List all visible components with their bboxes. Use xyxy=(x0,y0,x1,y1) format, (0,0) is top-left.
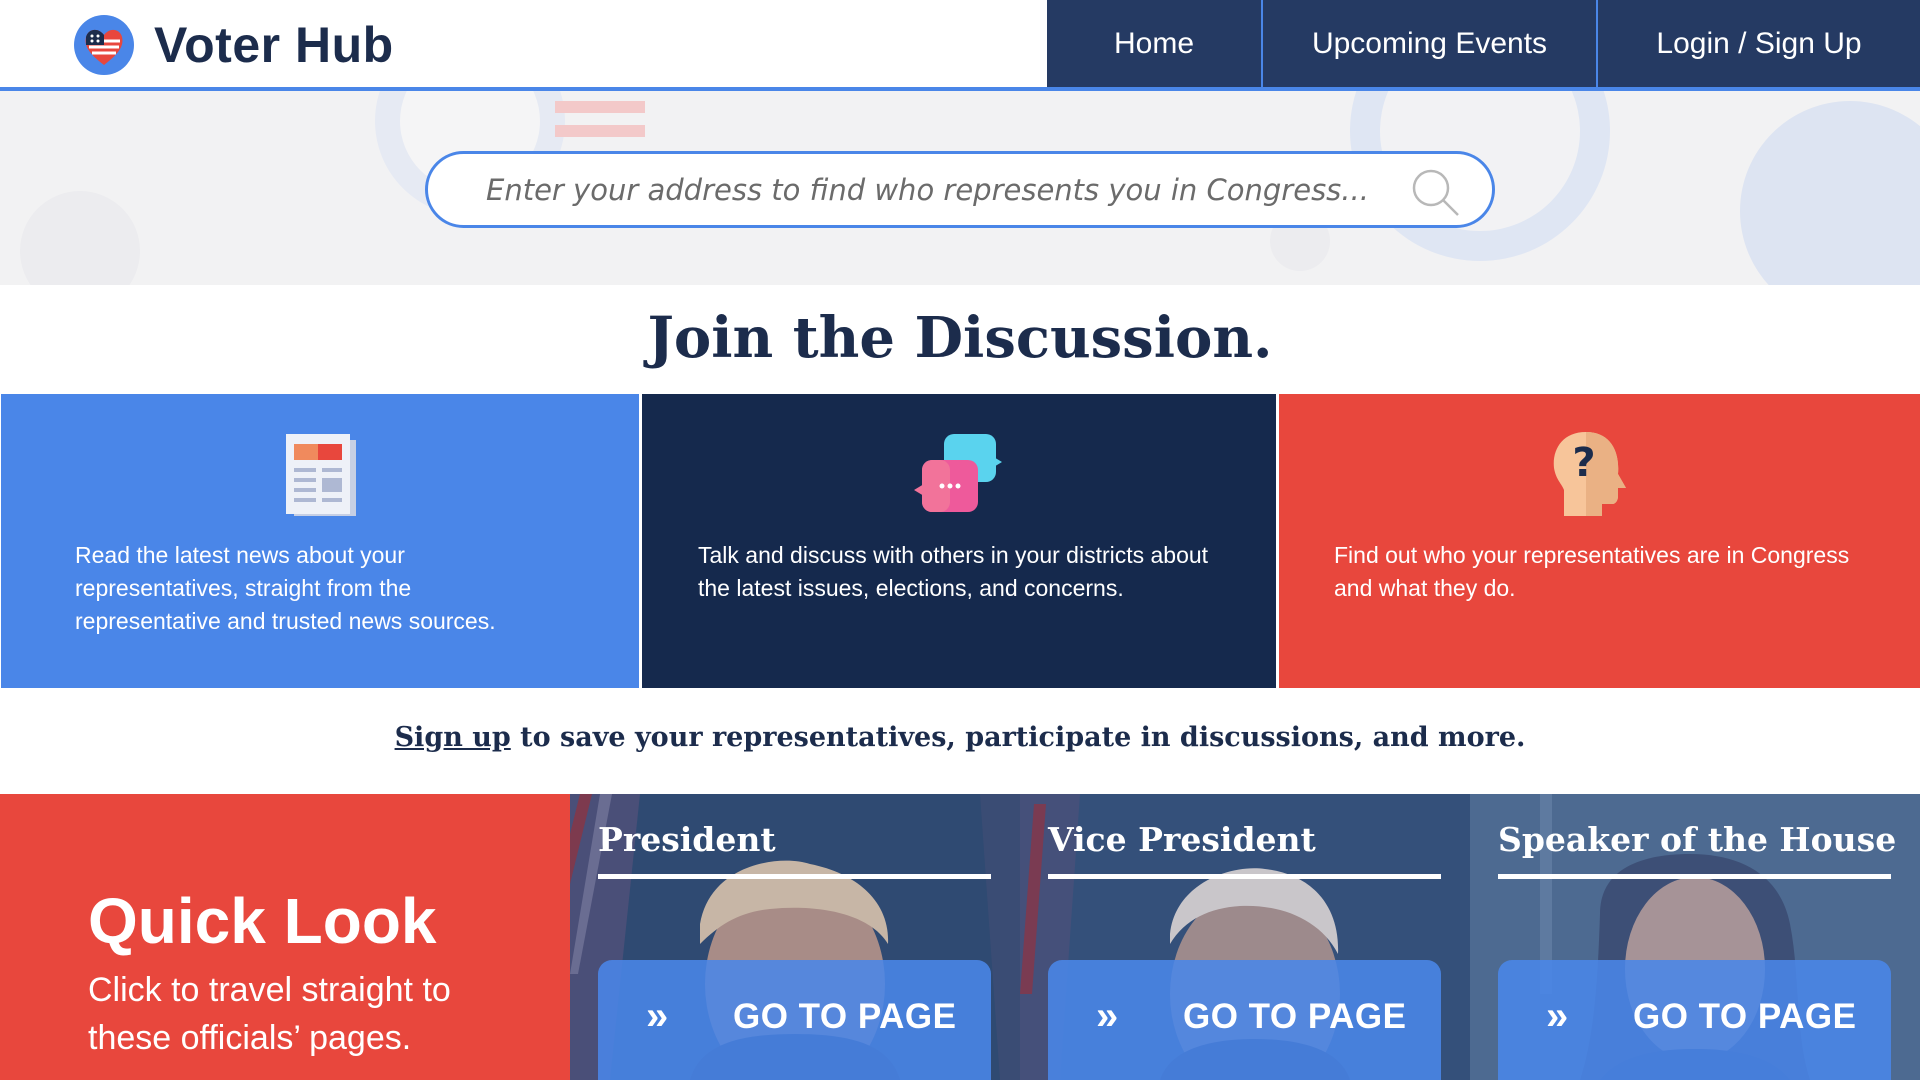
search-icon[interactable] xyxy=(1410,167,1462,219)
feature-cards: Read the latest news about your represen… xyxy=(0,394,1920,688)
news-card-text: Read the latest news about your represen… xyxy=(75,542,496,634)
representatives-card[interactable]: ? Find out who your representatives are … xyxy=(1279,394,1920,688)
president-divider xyxy=(598,874,991,879)
official-card-president: President » GO TO PAGE xyxy=(570,794,1020,1080)
site-header: Voter Hub Home Upcoming Events Login / S… xyxy=(0,0,1920,91)
president-go-to-page-button[interactable]: » GO TO PAGE xyxy=(598,960,991,1080)
official-card-vice-president: Vice President » GO TO PAGE xyxy=(1020,794,1470,1080)
hero-banner xyxy=(0,91,1920,285)
go-to-page-label: GO TO PAGE xyxy=(1633,997,1857,1036)
discussion-card-text: Talk and discuss with others in your dis… xyxy=(698,542,1209,601)
main-nav: Home Upcoming Events Login / Sign Up xyxy=(1047,0,1920,87)
signup-prompt-text: to save your representatives, participat… xyxy=(510,722,1526,753)
speaker-divider xyxy=(1498,874,1891,879)
vice-president-divider xyxy=(1048,874,1441,879)
official-card-speaker: Speaker of the House » GO TO PAGE xyxy=(1470,794,1920,1080)
brand-logo[interactable]: Voter Hub xyxy=(74,14,394,76)
quick-look-panel: Quick Look Click to travel straight to t… xyxy=(0,794,570,1080)
president-title: President xyxy=(598,820,776,859)
representatives-card-text: Find out who your representatives are in… xyxy=(1334,542,1850,601)
nav-home[interactable]: Home xyxy=(1047,0,1261,87)
address-search-input[interactable] xyxy=(486,166,1386,214)
speaker-title: Speaker of the House xyxy=(1498,820,1897,859)
double-chevron-right-icon: » xyxy=(1096,994,1119,1038)
speaker-go-to-page-button[interactable]: » GO TO PAGE xyxy=(1498,960,1891,1080)
quick-look-title: Quick Look xyxy=(88,885,437,957)
question-head-icon: ? xyxy=(1542,428,1634,520)
address-search xyxy=(425,151,1495,228)
nav-login-signup[interactable]: Login / Sign Up xyxy=(1596,0,1920,87)
quick-look-subtitle: Click to travel straight to these offici… xyxy=(88,971,451,1057)
double-chevron-right-icon: » xyxy=(1546,994,1569,1038)
nav-upcoming-events[interactable]: Upcoming Events xyxy=(1261,0,1596,87)
vice-president-go-to-page-button[interactable]: » GO TO PAGE xyxy=(1048,960,1441,1080)
svg-text:?: ? xyxy=(1572,440,1595,486)
vice-president-title: Vice President xyxy=(1048,820,1316,859)
brand-name: Voter Hub xyxy=(154,17,394,73)
go-to-page-label: GO TO PAGE xyxy=(1183,997,1407,1036)
signup-link[interactable]: Sign up xyxy=(395,722,511,753)
news-card[interactable]: Read the latest news about your represen… xyxy=(1,394,639,688)
newspaper-icon xyxy=(274,428,366,520)
discussion-card[interactable]: Talk and discuss with others in your dis… xyxy=(642,394,1276,688)
double-chevron-right-icon: » xyxy=(646,994,669,1038)
signup-prompt: Sign up to save your representatives, pa… xyxy=(0,722,1920,753)
flag-heart-icon xyxy=(74,15,134,75)
join-heading: Join the Discussion. xyxy=(647,305,1273,371)
go-to-page-label: GO TO PAGE xyxy=(733,997,957,1036)
chat-bubbles-icon xyxy=(912,428,1004,520)
